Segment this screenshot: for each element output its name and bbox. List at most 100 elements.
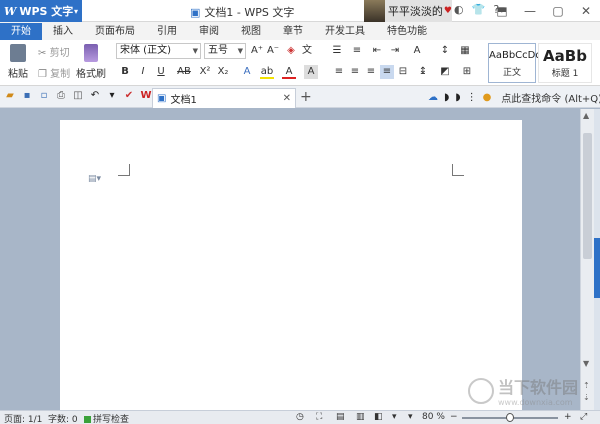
spell-status-icon [84, 416, 91, 423]
tab-home[interactable]: 开始 [0, 23, 42, 40]
clear-format-icon[interactable]: ◈ [284, 44, 298, 58]
scroll-thumb[interactable] [583, 133, 592, 259]
fit-page-icon[interactable]: ⤢ [580, 412, 587, 422]
superscript-icon[interactable]: X² [198, 65, 212, 79]
format-painter-label: 格式刷 [76, 69, 106, 80]
word-count[interactable]: 字数: 0 [48, 412, 78, 424]
redo-icon[interactable]: ▾ [106, 90, 118, 102]
subscript-icon[interactable]: X₂ [216, 65, 230, 79]
zoom-out-icon[interactable]: − [450, 412, 458, 422]
char-shading-icon[interactable]: A [304, 65, 318, 79]
side-panel-tab[interactable] [594, 238, 600, 298]
scroll-up-icon[interactable]: ▲ [583, 111, 589, 120]
align-center-icon[interactable]: ≡ [348, 65, 362, 79]
decrease-indent-icon[interactable]: ⇤ [370, 44, 384, 58]
user-account[interactable]: 平平淡淡的 ♥ [364, 0, 452, 22]
zoom-in-icon[interactable]: + [564, 412, 572, 422]
font-size-select[interactable]: 五号 ▼ [204, 43, 246, 59]
tab-view[interactable]: 视图 [230, 23, 272, 40]
text-effect-icon[interactable]: A [240, 65, 254, 79]
tab-review[interactable]: 审阅 [188, 23, 230, 40]
margin-corner-top-right [452, 164, 464, 176]
spell-check[interactable]: 拼写检查 [84, 412, 129, 424]
more-icon[interactable]: ⋮ [467, 92, 477, 103]
italic-icon[interactable]: I [136, 65, 150, 79]
skin-icon[interactable]: 👕 [472, 3, 486, 16]
document-page[interactable]: ▤▾ [60, 120, 522, 410]
font-name-select[interactable]: 宋体 (正文) ▼ [116, 43, 201, 59]
web-view-icon[interactable]: ▥ [356, 412, 365, 422]
underline-icon[interactable]: U [154, 65, 168, 79]
page-count[interactable]: 页面: 1/1 [4, 412, 42, 424]
tab-features[interactable]: 特色功能 [376, 23, 438, 40]
collab-icon[interactable]: ◗ [455, 92, 460, 103]
font-color-icon[interactable]: A [282, 65, 296, 79]
wps-icon[interactable]: W [140, 90, 152, 102]
paragraph-handle-icon[interactable]: ▤▾ [88, 174, 101, 184]
page-view-icon[interactable]: ▤ [336, 412, 345, 422]
read-view-icon[interactable]: ◧ [374, 412, 383, 422]
search-command[interactable]: 点此查找命令 (Alt+Q) [501, 90, 600, 105]
document-icon: ▣ [190, 5, 201, 19]
copy-button[interactable]: ❐ 复制 [38, 65, 70, 81]
table-icon[interactable]: ▦ [458, 44, 472, 58]
outline-view-icon[interactable]: ▾ [392, 412, 397, 422]
distributed-icon[interactable]: ⊟ [396, 65, 410, 79]
next-page-icon[interactable]: ⇣ [583, 393, 590, 402]
justify-icon[interactable]: ≡ [380, 65, 394, 79]
style-heading-1[interactable]: AaBb 标题 1 [538, 43, 592, 83]
history-icon[interactable]: ◷ [296, 412, 304, 422]
export-icon[interactable]: ▫ [38, 90, 50, 102]
cut-button[interactable]: ✂ 剪切 [38, 44, 70, 60]
grow-font-icon[interactable]: A⁺ [250, 44, 264, 58]
strikethrough-icon[interactable]: AB [174, 65, 194, 79]
sync-icon[interactable]: ◐ [454, 3, 464, 16]
tab-page-layout[interactable]: 页面布局 [84, 23, 146, 40]
phonetic-icon[interactable]: 文 [300, 44, 314, 58]
chinese-layout-icon[interactable]: A [410, 44, 424, 58]
cloud-icon[interactable]: ☁ [428, 92, 438, 103]
app-menu-button[interactable]: W WPS 文字 ▾ [0, 0, 82, 22]
zoom-level[interactable]: 80 % [422, 412, 445, 422]
border-icon[interactable]: ⊞ [460, 65, 474, 79]
increase-indent-icon[interactable]: ⇥ [388, 44, 402, 58]
paste-button[interactable]: 粘贴 [8, 44, 28, 80]
numbered-list-icon[interactable]: ≡ [350, 44, 364, 58]
shading-icon[interactable]: ◩ [438, 65, 452, 79]
zoom-dropdown-icon[interactable]: ▾ [408, 412, 413, 422]
style-normal[interactable]: AaBbCcDd 正文 [488, 43, 542, 83]
open-icon[interactable]: ▰ [4, 90, 16, 102]
tab-insert[interactable]: 插入 [42, 23, 84, 40]
tab-references[interactable]: 引用 [146, 23, 188, 40]
new-tab-button[interactable]: + [300, 89, 312, 105]
pin-icon[interactable]: ✔ [123, 90, 135, 102]
format-painter-button[interactable]: 格式刷 [76, 44, 106, 80]
close-icon[interactable]: ✕ [283, 93, 291, 104]
sort-icon[interactable]: ↕ [438, 44, 452, 58]
highlight-icon[interactable]: ab [260, 65, 274, 79]
restore-layout-icon[interactable]: ⬒ [488, 0, 516, 22]
share-icon[interactable]: ◗ [444, 92, 449, 103]
zoom-slider-knob[interactable] [506, 413, 514, 422]
close-button[interactable]: ✕ [572, 0, 600, 22]
align-left-icon[interactable]: ≡ [332, 65, 346, 79]
fullscreen-icon[interactable]: ⛶ [316, 412, 322, 422]
print-preview-icon[interactable]: ◫ [72, 90, 84, 102]
undo-icon[interactable]: ↶ [89, 90, 101, 102]
line-spacing-icon[interactable]: ↨ [416, 65, 430, 79]
tab-chapter[interactable]: 章节 [272, 23, 314, 40]
save-icon[interactable]: ▪ [21, 90, 33, 102]
align-right-icon[interactable]: ≡ [364, 65, 378, 79]
print-icon[interactable]: ⎙ [55, 90, 67, 102]
bold-icon[interactable]: B [118, 65, 132, 79]
bullet-list-icon[interactable]: ☰ [330, 44, 344, 58]
document-tab[interactable]: ▣ 文档1 ✕ [152, 88, 296, 108]
minimize-button[interactable]: — [516, 0, 544, 22]
maximize-button[interactable]: ▢ [544, 0, 572, 22]
app-name: WPS 文字 [19, 5, 74, 18]
scroll-down-icon[interactable]: ▼ [583, 359, 589, 368]
tab-developer[interactable]: 开发工具 [314, 23, 376, 40]
prev-page-icon[interactable]: ⇡ [583, 381, 590, 390]
shrink-font-icon[interactable]: A⁻ [266, 44, 280, 58]
vertical-scrollbar[interactable]: ▲ ▼ ⇡ ⇣ [580, 109, 594, 410]
